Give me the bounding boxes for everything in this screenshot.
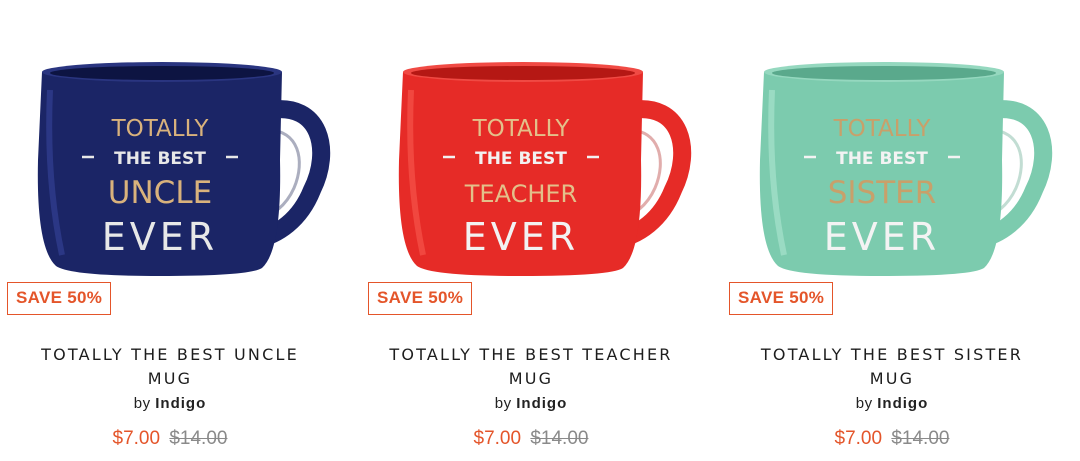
product-image[interactable]: TOTALLY THE BEST SISTER EVER [742,40,1062,290]
product-byline: by Indigo [0,395,340,412]
product-title[interactable]: TOTALLY THE BEST UNCLE MUG [0,343,340,391]
product-card[interactable]: TOTALLY THE BEST TEACHER EVER SAVE 50% T… [361,0,701,461]
product-title-line1[interactable]: TOTALLY THE BEST UNCLE [0,343,340,367]
original-price: $14.00 [891,428,950,449]
byline-prefix: by [855,395,873,412]
sale-price: $7.00 [112,428,161,449]
mug-text-line3: TEACHER [464,180,577,208]
original-price: $14.00 [169,428,228,449]
sale-price: $7.00 [834,428,883,449]
mug-text-line2: THE BEST [836,149,928,169]
price: $7.00 $14.00 [722,428,1062,450]
product-card[interactable]: TOTALLY THE BEST SISTER EVER SAVE 50% TO… [722,0,1062,461]
price: $7.00 $14.00 [361,428,701,450]
product-card[interactable]: TOTALLY THE BEST UNCLE EVER SAVE 50% TOT… [0,0,340,461]
product-byline: by Indigo [361,395,701,412]
mug-text-line1: TOTALLY [833,116,932,142]
mug-text-line4: EVER [102,215,218,259]
product-title-line2[interactable]: MUG [0,367,340,391]
product-title-line2[interactable]: MUG [722,367,1062,391]
original-price: $14.00 [530,428,589,449]
save-badge: SAVE 50% [7,282,112,315]
product-grid: TOTALLY THE BEST UNCLE EVER SAVE 50% TOT… [0,0,1080,461]
brand-link[interactable]: Indigo [516,395,567,412]
mug-illustration: TOTALLY THE BEST TEACHER EVER [398,62,692,276]
product-title-line1[interactable]: TOTALLY THE BEST SISTER [722,343,1062,367]
byline-prefix: by [133,395,151,412]
mug-text-line1: TOTALLY [472,116,571,142]
mug-text-line2: THE BEST [475,149,567,169]
save-badge: SAVE 50% [368,282,473,315]
product-title[interactable]: TOTALLY THE BEST TEACHER MUG [361,343,701,391]
mug-text-line4: EVER [463,215,579,259]
mug-text-line2: THE BEST [114,149,206,169]
product-image[interactable]: TOTALLY THE BEST TEACHER EVER [381,40,701,290]
mug-text-line4: EVER [824,215,940,259]
mug-illustration: TOTALLY THE BEST SISTER EVER [759,62,1053,276]
brand-link[interactable]: Indigo [155,395,206,412]
byline-prefix: by [494,395,512,412]
sale-price: $7.00 [473,428,522,449]
product-title[interactable]: TOTALLY THE BEST SISTER MUG [722,343,1062,391]
mug-illustration: TOTALLY THE BEST UNCLE EVER [37,62,331,276]
product-image[interactable]: TOTALLY THE BEST UNCLE EVER [20,40,340,290]
mug-text-line1: TOTALLY [111,116,210,142]
brand-link[interactable]: Indigo [877,395,928,412]
product-title-line1[interactable]: TOTALLY THE BEST TEACHER [361,343,701,367]
mug-text-line3: UNCLE [108,175,212,211]
mug-text-line3: SISTER [828,175,937,211]
product-byline: by Indigo [722,395,1062,412]
save-badge: SAVE 50% [729,282,834,315]
price: $7.00 $14.00 [0,428,340,450]
product-title-line2[interactable]: MUG [361,367,701,391]
